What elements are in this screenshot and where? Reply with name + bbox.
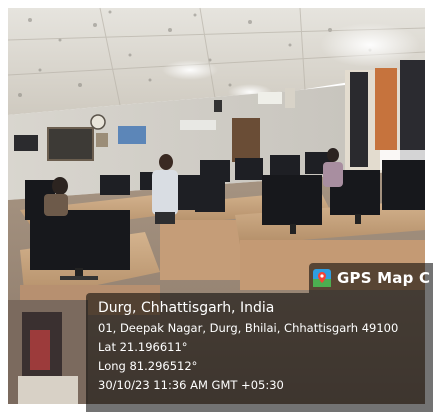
location-title: Durg, Chhattisgarh, India [98,300,275,316]
longitude-text: Long 81.296512° [98,359,198,373]
address-text: 01, Deepak Nagar, Durg, Bhilai, Chhattis… [98,321,399,335]
location-info-panel: Durg, Chhattisgarh, India 01, Deepak Nag… [86,293,433,412]
gps-app-label: GPS Map C [337,269,431,287]
latitude-text: Lat 21.196611° [98,340,188,354]
map-pin-icon [313,269,331,287]
gps-map-camera-badge: GPS Map C [309,263,433,293]
timestamp-text: 30/10/23 11:36 AM GMT +05:30 [98,378,284,392]
